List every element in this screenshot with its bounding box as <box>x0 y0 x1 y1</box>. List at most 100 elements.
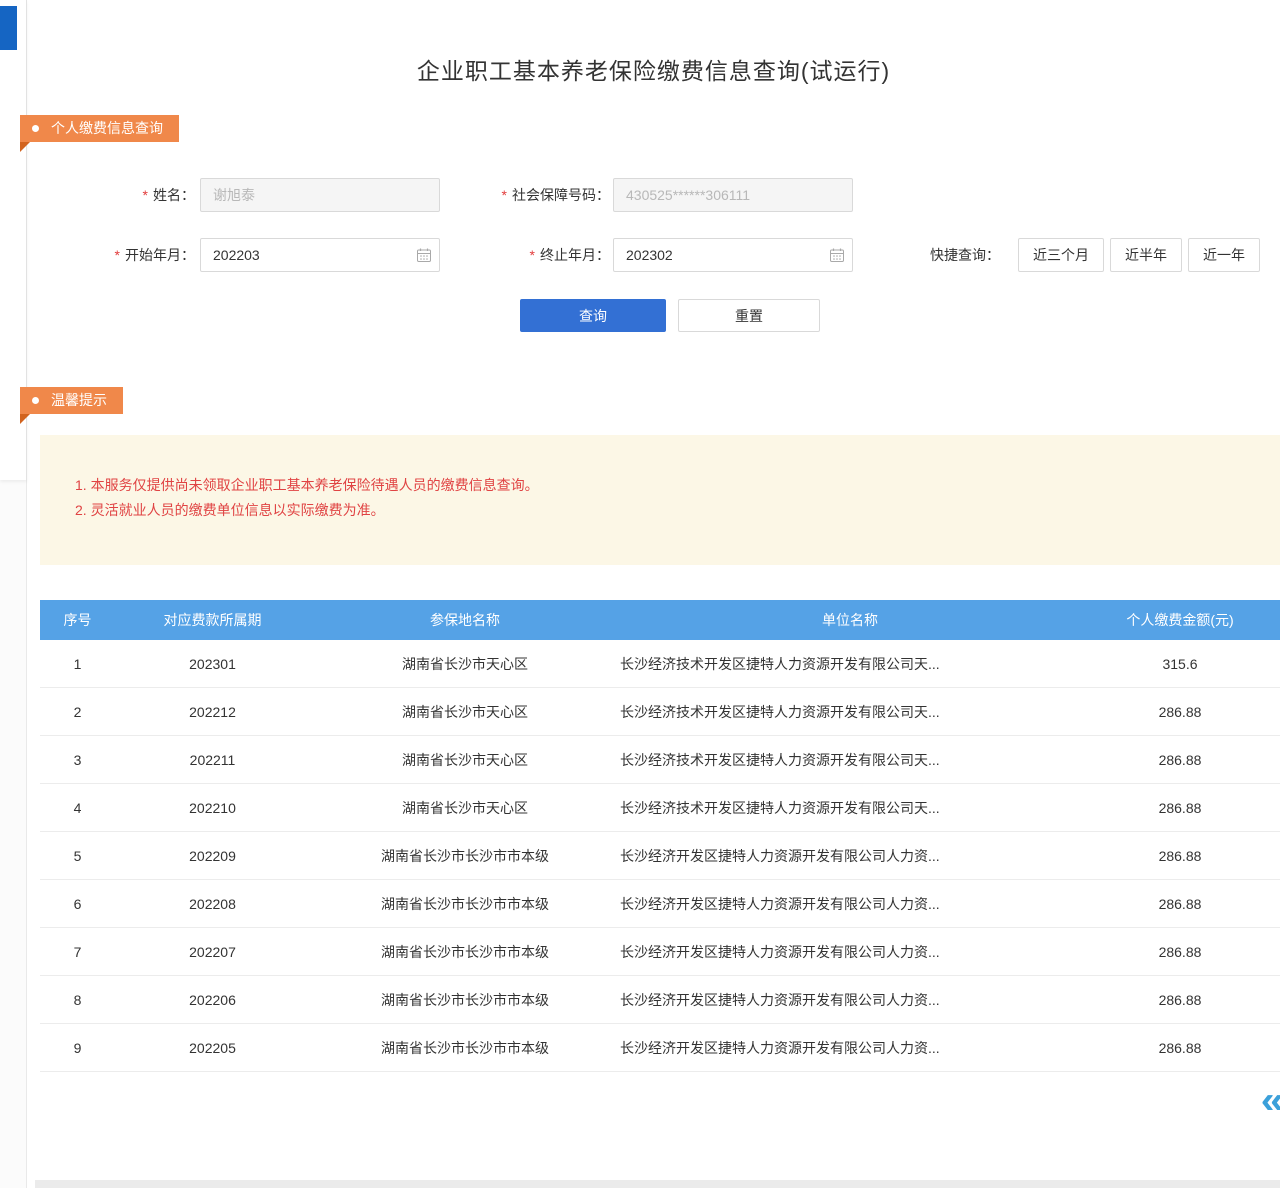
quick-query-label: 快捷查询： <box>930 238 1012 272</box>
table-row: 4 202210 湖南省长沙市天心区 长沙经济技术开发区捷特人力资源开发有限公司… <box>40 784 1280 832</box>
cell-employer: 长沙经济技术开发区捷特人力资源开发有限公司天... <box>620 688 1080 735</box>
cell-amount: 286.88 <box>1080 880 1280 927</box>
cell-amount: 286.88 <box>1080 1024 1280 1071</box>
cell-amount: 286.88 <box>1080 688 1280 735</box>
table-header-row: 序号 对应费款所属期 参保地名称 单位名称 个人缴费金额(元) <box>40 600 1280 640</box>
cell-employer: 长沙经济开发区捷特人力资源开发有限公司人力资... <box>620 1024 1080 1071</box>
cell-employer: 长沙经济开发区捷特人力资源开发有限公司人力资... <box>620 928 1080 975</box>
cell-region: 湖南省长沙市长沙市市本级 <box>310 976 620 1023</box>
section-tag-label: 个人缴费信息查询 <box>51 115 163 142</box>
start-month-label: *开始年月： <box>60 238 195 272</box>
form-actions: 查询 重置 <box>520 299 820 332</box>
quick-btn-1year[interactable]: 近一年 <box>1188 238 1260 272</box>
cell-employer: 长沙经济技术开发区捷特人力资源开发有限公司天... <box>620 736 1080 783</box>
cell-employer: 长沙经济技术开发区捷特人力资源开发有限公司天... <box>620 784 1080 831</box>
cell-period: 202212 <box>115 688 310 735</box>
required-asterisk: * <box>143 187 148 203</box>
cell-period: 202211 <box>115 736 310 783</box>
cell-region: 湖南省长沙市天心区 <box>310 688 620 735</box>
bullet-dot-icon <box>32 125 39 132</box>
sidebar-handle[interactable] <box>0 6 17 50</box>
tag-fold-decoration <box>20 414 30 424</box>
cell-period: 202209 <box>115 832 310 879</box>
cell-region: 湖南省长沙市天心区 <box>310 736 620 783</box>
cell-index: 8 <box>40 976 115 1023</box>
cell-period: 202206 <box>115 976 310 1023</box>
table-row: 2 202212 湖南省长沙市天心区 长沙经济技术开发区捷特人力资源开发有限公司… <box>40 688 1280 736</box>
cell-amount: 286.88 <box>1080 736 1280 783</box>
table-header-cell: 对应费款所属期 <box>115 600 310 640</box>
cell-amount: 286.88 <box>1080 976 1280 1023</box>
quick-btn-halfyear[interactable]: 近半年 <box>1110 238 1182 272</box>
cell-period: 202207 <box>115 928 310 975</box>
cell-employer: 长沙经济开发区捷特人力资源开发有限公司人力资... <box>620 832 1080 879</box>
table-header-cell: 参保地名称 <box>310 600 620 640</box>
cell-amount: 286.88 <box>1080 784 1280 831</box>
quick-query-group: 近三个月 近半年 近一年 <box>1018 238 1260 272</box>
cell-region: 湖南省长沙市长沙市市本级 <box>310 1024 620 1071</box>
cell-amount: 286.88 <box>1080 928 1280 975</box>
cell-period: 202208 <box>115 880 310 927</box>
cell-employer: 长沙经济开发区捷特人力资源开发有限公司人力资... <box>620 880 1080 927</box>
calendar-icon[interactable] <box>829 247 845 263</box>
reset-button[interactable]: 重置 <box>678 299 820 332</box>
cell-amount: 315.6 <box>1080 640 1280 687</box>
bottom-edge-strip <box>35 1180 1280 1188</box>
cell-employer: 长沙经济开发区捷特人力资源开发有限公司人力资... <box>620 976 1080 1023</box>
cell-index: 3 <box>40 736 115 783</box>
table-row: 3 202211 湖南省长沙市天心区 长沙经济技术开发区捷特人力资源开发有限公司… <box>40 736 1280 784</box>
cell-index: 7 <box>40 928 115 975</box>
cell-index: 4 <box>40 784 115 831</box>
cell-index: 6 <box>40 880 115 927</box>
table-row: 9 202205 湖南省长沙市长沙市市本级 长沙经济开发区捷特人力资源开发有限公… <box>40 1024 1280 1072</box>
query-button[interactable]: 查询 <box>520 299 666 332</box>
cell-region: 湖南省长沙市长沙市市本级 <box>310 880 620 927</box>
name-label: *姓名： <box>60 178 195 212</box>
cell-region: 湖南省长沙市长沙市市本级 <box>310 928 620 975</box>
payment-table: 序号 对应费款所属期 参保地名称 单位名称 个人缴费金额(元) 1 202301… <box>40 600 1280 1072</box>
cell-index: 1 <box>40 640 115 687</box>
section-tag-label: 温馨提示 <box>51 387 107 414</box>
cell-index: 2 <box>40 688 115 735</box>
name-field <box>200 178 440 212</box>
calendar-icon[interactable] <box>416 247 432 263</box>
end-month-field-wrap <box>613 238 853 272</box>
table-row: 7 202207 湖南省长沙市长沙市市本级 长沙经济开发区捷特人力资源开发有限公… <box>40 928 1280 976</box>
table-row: 1 202301 湖南省长沙市天心区 长沙经济技术开发区捷特人力资源开发有限公司… <box>40 640 1280 688</box>
required-asterisk: * <box>115 247 120 263</box>
table-header-cell: 序号 <box>40 600 115 640</box>
section-tag-tips: 温馨提示 <box>20 387 123 414</box>
name-field-wrap <box>200 178 440 212</box>
cell-region: 湖南省长沙市天心区 <box>310 784 620 831</box>
required-asterisk: * <box>502 187 507 203</box>
page: 企业职工基本养老保险缴费信息查询(试运行) 个人缴费信息查询 *姓名： *社会保… <box>0 0 1280 1188</box>
cell-period: 202301 <box>115 640 310 687</box>
start-month-field[interactable] <box>200 238 440 272</box>
notice-line: 2. 灵活就业人员的缴费单位信息以实际缴费为准。 <box>75 498 1260 523</box>
cell-index: 9 <box>40 1024 115 1071</box>
double-left-chevron-icon[interactable]: « <box>1261 1082 1280 1118</box>
required-asterisk: * <box>530 247 535 263</box>
table-row: 5 202209 湖南省长沙市长沙市市本级 长沙经济开发区捷特人力资源开发有限公… <box>40 832 1280 880</box>
page-title: 企业职工基本养老保险缴费信息查询(试运行) <box>27 52 1280 86</box>
cell-region: 湖南省长沙市长沙市市本级 <box>310 832 620 879</box>
ssn-field <box>613 178 853 212</box>
quick-btn-3months[interactable]: 近三个月 <box>1018 238 1104 272</box>
tag-fold-decoration <box>20 142 30 152</box>
cell-region: 湖南省长沙市天心区 <box>310 640 620 687</box>
bullet-dot-icon <box>32 397 39 404</box>
table-header-cell: 个人缴费金额(元) <box>1080 600 1280 640</box>
end-month-label: *终止年月： <box>440 238 610 272</box>
notice-box: 1. 本服务仅提供尚未领取企业职工基本养老保险待遇人员的缴费信息查询。 2. 灵… <box>40 435 1280 565</box>
ssn-field-wrap <box>613 178 853 212</box>
table-row: 8 202206 湖南省长沙市长沙市市本级 长沙经济开发区捷特人力资源开发有限公… <box>40 976 1280 1024</box>
table-row: 6 202208 湖南省长沙市长沙市市本级 长沙经济开发区捷特人力资源开发有限公… <box>40 880 1280 928</box>
cell-period: 202205 <box>115 1024 310 1071</box>
start-month-field-wrap <box>200 238 440 272</box>
table-header-cell: 单位名称 <box>620 600 1080 640</box>
end-month-field[interactable] <box>613 238 853 272</box>
section-tag-personal-query: 个人缴费信息查询 <box>20 115 179 142</box>
cell-employer: 长沙经济技术开发区捷特人力资源开发有限公司天... <box>620 640 1080 687</box>
ssn-label: *社会保障号码： <box>440 178 610 212</box>
cell-index: 5 <box>40 832 115 879</box>
